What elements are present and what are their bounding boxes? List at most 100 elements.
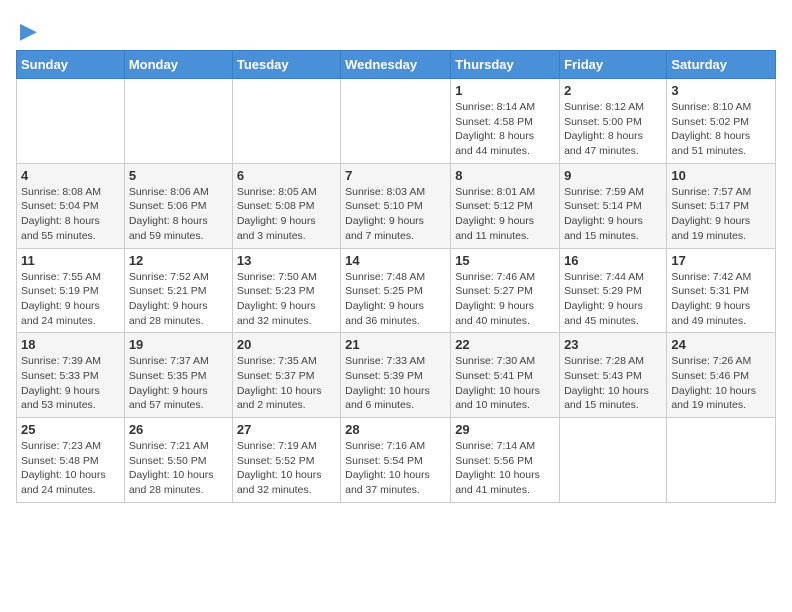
calendar-cell: 11 Sunrise: 7:55 AM Sunset: 5:19 PM Dayli…	[17, 248, 125, 333]
calendar-table: SundayMondayTuesdayWednesdayThursdayFrid…	[16, 50, 776, 503]
day-number: 19	[129, 337, 228, 352]
calendar-cell: 18 Sunrise: 7:39 AM Sunset: 5:33 PM Dayli…	[17, 333, 125, 418]
calendar-cell: 23 Sunrise: 7:28 AM Sunset: 5:43 PM Dayli…	[560, 333, 667, 418]
calendar-cell: 28 Sunrise: 7:16 AM Sunset: 5:54 PM Dayli…	[341, 418, 451, 503]
weekday-header: Wednesday	[341, 51, 451, 79]
calendar-cell: 12 Sunrise: 7:52 AM Sunset: 5:21 PM Dayli…	[124, 248, 232, 333]
calendar-cell: 13 Sunrise: 7:50 AM Sunset: 5:23 PM Dayli…	[232, 248, 340, 333]
day-number: 20	[237, 337, 336, 352]
day-number: 16	[564, 253, 662, 268]
day-info: Sunrise: 7:42 AM Sunset: 5:31 PM Dayligh…	[671, 270, 771, 329]
day-number: 21	[345, 337, 446, 352]
day-info: Sunrise: 7:57 AM Sunset: 5:17 PM Dayligh…	[671, 185, 771, 244]
calendar-cell: 8 Sunrise: 8:01 AM Sunset: 5:12 PM Daylig…	[451, 163, 560, 248]
day-number: 13	[237, 253, 336, 268]
day-number: 28	[345, 422, 446, 437]
calendar-cell: 27 Sunrise: 7:19 AM Sunset: 5:52 PM Dayli…	[232, 418, 340, 503]
calendar-cell: 2 Sunrise: 8:12 AM Sunset: 5:00 PM Daylig…	[560, 79, 667, 164]
day-info: Sunrise: 7:59 AM Sunset: 5:14 PM Dayligh…	[564, 185, 662, 244]
day-number: 18	[21, 337, 120, 352]
day-info: Sunrise: 7:39 AM Sunset: 5:33 PM Dayligh…	[21, 354, 120, 413]
day-number: 25	[21, 422, 120, 437]
day-info: Sunrise: 7:46 AM Sunset: 5:27 PM Dayligh…	[455, 270, 555, 329]
day-info: Sunrise: 7:14 AM Sunset: 5:56 PM Dayligh…	[455, 439, 555, 498]
day-number: 11	[21, 253, 120, 268]
calendar-cell: 6 Sunrise: 8:05 AM Sunset: 5:08 PM Daylig…	[232, 163, 340, 248]
calendar-cell	[232, 79, 340, 164]
day-info: Sunrise: 7:28 AM Sunset: 5:43 PM Dayligh…	[564, 354, 662, 413]
day-number: 2	[564, 83, 662, 98]
day-info: Sunrise: 8:03 AM Sunset: 5:10 PM Dayligh…	[345, 185, 446, 244]
day-number: 24	[671, 337, 771, 352]
calendar-cell: 7 Sunrise: 8:03 AM Sunset: 5:10 PM Daylig…	[341, 163, 451, 248]
day-number: 6	[237, 168, 336, 183]
day-info: Sunrise: 7:26 AM Sunset: 5:46 PM Dayligh…	[671, 354, 771, 413]
day-info: Sunrise: 8:01 AM Sunset: 5:12 PM Dayligh…	[455, 185, 555, 244]
day-number: 23	[564, 337, 662, 352]
day-info: Sunrise: 7:37 AM Sunset: 5:35 PM Dayligh…	[129, 354, 228, 413]
calendar-cell	[341, 79, 451, 164]
calendar-cell: 4 Sunrise: 8:08 AM Sunset: 5:04 PM Daylig…	[17, 163, 125, 248]
day-info: Sunrise: 8:08 AM Sunset: 5:04 PM Dayligh…	[21, 185, 120, 244]
day-info: Sunrise: 7:30 AM Sunset: 5:41 PM Dayligh…	[455, 354, 555, 413]
calendar-cell: 24 Sunrise: 7:26 AM Sunset: 5:46 PM Dayli…	[667, 333, 776, 418]
day-info: Sunrise: 8:14 AM Sunset: 4:58 PM Dayligh…	[455, 100, 555, 159]
calendar-cell: 22 Sunrise: 7:30 AM Sunset: 5:41 PM Dayli…	[451, 333, 560, 418]
day-info: Sunrise: 7:16 AM Sunset: 5:54 PM Dayligh…	[345, 439, 446, 498]
day-number: 22	[455, 337, 555, 352]
day-number: 8	[455, 168, 555, 183]
day-info: Sunrise: 7:21 AM Sunset: 5:50 PM Dayligh…	[129, 439, 228, 498]
logo: ▶	[16, 16, 37, 44]
weekday-header: Monday	[124, 51, 232, 79]
day-number: 7	[345, 168, 446, 183]
day-info: Sunrise: 7:44 AM Sunset: 5:29 PM Dayligh…	[564, 270, 662, 329]
day-number: 17	[671, 253, 771, 268]
calendar-cell: 26 Sunrise: 7:21 AM Sunset: 5:50 PM Dayli…	[124, 418, 232, 503]
day-info: Sunrise: 7:23 AM Sunset: 5:48 PM Dayligh…	[21, 439, 120, 498]
day-number: 4	[21, 168, 120, 183]
day-number: 29	[455, 422, 555, 437]
calendar-cell: 1 Sunrise: 8:14 AM Sunset: 4:58 PM Daylig…	[451, 79, 560, 164]
day-number: 5	[129, 168, 228, 183]
calendar-cell: 3 Sunrise: 8:10 AM Sunset: 5:02 PM Daylig…	[667, 79, 776, 164]
day-number: 10	[671, 168, 771, 183]
weekday-header: Thursday	[451, 51, 560, 79]
calendar-cell: 15 Sunrise: 7:46 AM Sunset: 5:27 PM Dayli…	[451, 248, 560, 333]
logo-icon: ▶	[20, 18, 37, 44]
day-info: Sunrise: 8:12 AM Sunset: 5:00 PM Dayligh…	[564, 100, 662, 159]
day-info: Sunrise: 7:52 AM Sunset: 5:21 PM Dayligh…	[129, 270, 228, 329]
day-info: Sunrise: 7:48 AM Sunset: 5:25 PM Dayligh…	[345, 270, 446, 329]
weekday-header: Sunday	[17, 51, 125, 79]
day-number: 26	[129, 422, 228, 437]
day-info: Sunrise: 7:19 AM Sunset: 5:52 PM Dayligh…	[237, 439, 336, 498]
day-number: 14	[345, 253, 446, 268]
day-info: Sunrise: 7:55 AM Sunset: 5:19 PM Dayligh…	[21, 270, 120, 329]
day-info: Sunrise: 8:05 AM Sunset: 5:08 PM Dayligh…	[237, 185, 336, 244]
day-info: Sunrise: 7:35 AM Sunset: 5:37 PM Dayligh…	[237, 354, 336, 413]
weekday-header: Saturday	[667, 51, 776, 79]
calendar-cell: 17 Sunrise: 7:42 AM Sunset: 5:31 PM Dayli…	[667, 248, 776, 333]
day-number: 3	[671, 83, 771, 98]
calendar-cell: 5 Sunrise: 8:06 AM Sunset: 5:06 PM Daylig…	[124, 163, 232, 248]
weekday-header: Friday	[560, 51, 667, 79]
day-number: 9	[564, 168, 662, 183]
calendar-cell: 29 Sunrise: 7:14 AM Sunset: 5:56 PM Dayli…	[451, 418, 560, 503]
calendar-cell	[667, 418, 776, 503]
calendar-cell	[17, 79, 125, 164]
day-info: Sunrise: 7:50 AM Sunset: 5:23 PM Dayligh…	[237, 270, 336, 329]
calendar-cell	[560, 418, 667, 503]
calendar-cell	[124, 79, 232, 164]
day-number: 1	[455, 83, 555, 98]
day-number: 27	[237, 422, 336, 437]
day-number: 15	[455, 253, 555, 268]
weekday-header: Tuesday	[232, 51, 340, 79]
calendar-cell: 10 Sunrise: 7:57 AM Sunset: 5:17 PM Dayli…	[667, 163, 776, 248]
calendar-cell: 19 Sunrise: 7:37 AM Sunset: 5:35 PM Dayli…	[124, 333, 232, 418]
day-info: Sunrise: 8:10 AM Sunset: 5:02 PM Dayligh…	[671, 100, 771, 159]
calendar-cell: 25 Sunrise: 7:23 AM Sunset: 5:48 PM Dayli…	[17, 418, 125, 503]
day-number: 12	[129, 253, 228, 268]
calendar-cell: 21Sunrise: 7:33 AM Sunset: 5:39 PM Dayli…	[341, 333, 451, 418]
calendar-cell: 20 Sunrise: 7:35 AM Sunset: 5:37 PM Dayli…	[232, 333, 340, 418]
calendar-cell: 16 Sunrise: 7:44 AM Sunset: 5:29 PM Dayli…	[560, 248, 667, 333]
day-info: Sunrise: 8:06 AM Sunset: 5:06 PM Dayligh…	[129, 185, 228, 244]
